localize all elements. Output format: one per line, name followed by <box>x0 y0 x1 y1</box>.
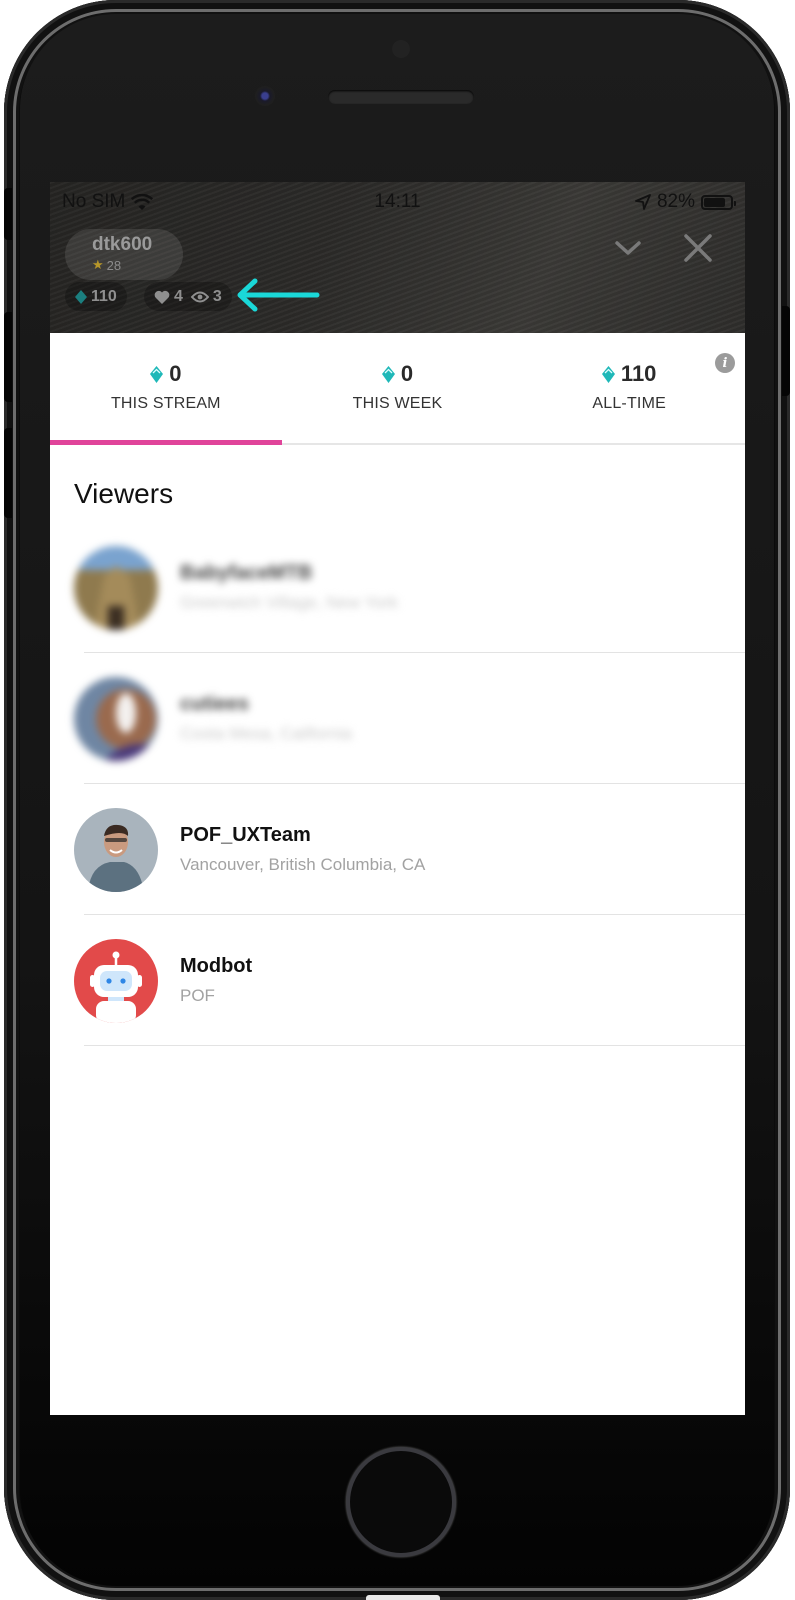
location-arrow-icon <box>635 194 651 210</box>
app-screen: No SIM 14:11 82% dtk600 ★ 28 110 4 3 0 T… <box>50 182 745 1415</box>
battery-percent: 82% <box>656 191 695 212</box>
viewer-location: Costa Mesa, California <box>180 724 352 743</box>
star-icon: ★ <box>92 257 104 272</box>
viewer-name: POF_UXTeam <box>180 824 311 846</box>
chevron-down-icon <box>615 241 641 255</box>
viewer-row[interactable]: Modbot POF <box>50 915 745 1046</box>
carrier-label: No SIM <box>62 191 126 212</box>
heart-icon <box>154 290 170 304</box>
status-bar: No SIM 14:11 82% <box>62 190 736 214</box>
power-button <box>782 306 790 396</box>
close-button[interactable] <box>678 228 718 268</box>
earpiece-speaker <box>328 90 474 104</box>
volume-up-button <box>4 312 12 402</box>
viewer-list: BabyfaceMTB Greenwich Village, New York … <box>50 522 745 1046</box>
home-button[interactable] <box>346 1447 456 1557</box>
collapse-button[interactable] <box>608 228 648 268</box>
annotation-arrow-icon <box>237 278 320 312</box>
likes-count: 4 <box>174 287 183 305</box>
viewer-name: Modbot <box>180 955 253 977</box>
battery-icon <box>701 194 736 210</box>
viewer-name: BabyfaceMTB <box>180 562 313 584</box>
info-icon[interactable]: i <box>715 353 735 373</box>
viewer-name: cutiees <box>180 693 249 715</box>
mute-switch <box>4 188 12 240</box>
tab-label: ALL-TIME <box>592 395 666 412</box>
tab-all-time[interactable]: 110 ALL-TIME <box>513 333 745 443</box>
gem-icon <box>601 365 615 383</box>
tab-this-week[interactable]: 0 THIS WEEK <box>282 333 514 443</box>
battery-level <box>704 197 726 207</box>
viewer-location: Vancouver, British Columbia, CA <box>180 855 426 874</box>
social-stats[interactable]: 4 3 <box>144 282 232 311</box>
gems-period-tabs: 0 THIS STREAM 0 THIS WEEK 110 ALL-TIME i <box>50 333 745 445</box>
gem-icon <box>150 365 164 383</box>
eye-icon <box>190 291 209 302</box>
viewer-row[interactable]: POF_UXTeam Vancouver, British Columbia, … <box>50 784 745 915</box>
avatar <box>74 545 158 630</box>
modbot-avatar <box>74 938 158 1023</box>
viewers-heading: Viewers <box>74 478 174 509</box>
gem-icon <box>75 289 87 304</box>
proximity-sensor <box>392 40 410 58</box>
gems-stat[interactable]: 110 <box>65 282 127 311</box>
host-star-count: 28 <box>106 257 122 273</box>
lightning-port <box>366 1595 440 1600</box>
volume-down-button <box>4 428 12 518</box>
clock: 14:11 <box>374 191 421 212</box>
host-username: dtk600 <box>92 234 153 255</box>
tab-label: THIS WEEK <box>352 395 443 412</box>
tab-count: 0 <box>400 361 414 386</box>
viewers-count: 3 <box>212 287 222 305</box>
avatar <box>74 676 158 761</box>
viewer-location: Greenwich Village, New York <box>180 593 398 612</box>
wifi-icon <box>131 193 154 210</box>
viewer-row[interactable]: cutiees Costa Mesa, California <box>50 653 745 784</box>
front-camera <box>255 86 275 106</box>
tab-count: 0 <box>169 361 182 386</box>
gems-count: 110 <box>91 287 117 305</box>
viewer-location: POF <box>180 986 215 1005</box>
viewer-row[interactable]: BabyfaceMTB Greenwich Village, New York <box>50 522 745 653</box>
avatar <box>74 807 158 892</box>
tab-count: 110 <box>620 361 657 386</box>
tab-label: THIS STREAM <box>110 395 221 412</box>
host-profile-pill[interactable]: dtk600 ★ 28 <box>65 229 183 280</box>
tab-this-stream[interactable]: 0 THIS STREAM <box>50 333 282 445</box>
close-icon <box>684 234 712 262</box>
gem-icon <box>381 365 395 383</box>
